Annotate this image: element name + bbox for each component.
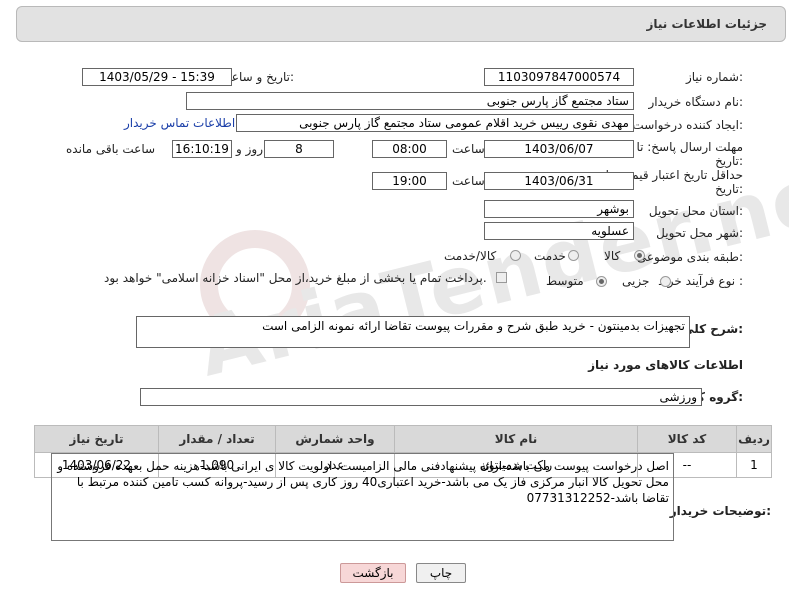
col-header-row-number: ردیف (736, 425, 772, 453)
page-header: جزئیات اطلاعات نیاز (16, 6, 786, 42)
need-number-label: شماره نیاز: (685, 70, 743, 84)
reply-deadline-label-date: تاریخ: (715, 154, 743, 168)
col-header-goods-code: کد کالا (637, 425, 737, 453)
reply-time-field: 08:00 (372, 140, 447, 158)
announce-field: 1403/05/29 - 15:39 (82, 68, 232, 86)
category-radio-service[interactable] (568, 250, 579, 261)
reply-time-label: ساعت (452, 142, 485, 156)
buyer-contact-link[interactable]: اطلاعات تماس خریدار (124, 116, 235, 130)
validity-time-label: ساعت (452, 174, 485, 188)
need-number-field: 1103097847000574 (484, 68, 634, 86)
treasury-payment-note: پرداخت تمام یا بخشی از مبلغ خرید،از محل … (104, 271, 487, 285)
reply-deadline-label: مهلت ارسال پاسخ: تا (636, 140, 743, 154)
purchase-option-minor: جزیی (622, 274, 650, 288)
reply-date-field: 1403/06/07 (484, 140, 634, 158)
category-option-goods: کالا (604, 249, 621, 263)
print-button[interactable]: چاپ (416, 563, 466, 583)
validity-date-field: 1403/06/31 (484, 172, 634, 190)
category-label: طبقه بندی موضوعی: (636, 250, 743, 264)
back-button[interactable]: بازگشت (340, 563, 406, 583)
days-field: 8 (264, 140, 334, 158)
category-radio-goods[interactable] (634, 250, 645, 261)
buyer-org-field: ستاد مجتمع گاز پارس جنوبی (186, 92, 634, 110)
treasury-payment-checkbox[interactable] (496, 272, 507, 283)
province-label: استان محل تحویل: (648, 204, 743, 218)
buyer-notes-label: توضیحات خریدار: (669, 504, 771, 518)
goods-info-title: اطلاعات کالاهای مورد نیاز (588, 358, 743, 372)
category-option-goods-service: کالا/خدمت (444, 249, 497, 263)
cell-row-number: 1 (736, 452, 772, 478)
validity-label-date: تاریخ: (715, 182, 743, 196)
days-label: روز و (236, 142, 263, 156)
category-radio-goods-service[interactable] (510, 250, 521, 261)
goods-group-field: ورزشی (140, 388, 702, 406)
col-header-unit: واحد شمارش (275, 425, 395, 453)
category-option-service: خدمت (534, 249, 566, 263)
requester-label: ایجاد کننده درخواست: (632, 118, 743, 132)
validity-time-field: 19:00 (372, 172, 447, 190)
col-header-quantity: تعداد / مقدار (158, 425, 276, 453)
purchase-radio-minor[interactable] (660, 276, 671, 287)
requester-field: مهدی نقوی رییس خرید اقلام عمومی ستاد مجت… (236, 114, 634, 132)
col-header-goods-name: نام کالا (394, 425, 638, 453)
city-field: عسلویه (484, 222, 634, 240)
col-header-need-date: تاریخ نیاز (34, 425, 159, 453)
remaining-label: ساعت باقی مانده (66, 142, 156, 156)
city-label: شهر محل تحویل: (656, 226, 743, 240)
purchase-radio-medium[interactable] (596, 276, 607, 287)
description-field: تجهیزات بدمینتون - خرید طبق شرح و مقررات… (136, 316, 690, 348)
purchase-option-medium: متوسط (546, 274, 584, 288)
buyer-notes-field: اصل درخواست پیوست می باشد-ارائه پیشنهادف… (51, 453, 674, 541)
table-header-row: ردیف کد کالا نام کالا واحد شمارش تعداد /… (34, 425, 772, 453)
province-field: بوشهر (484, 200, 634, 218)
buyer-org-label: نام دستگاه خریدار: (648, 95, 744, 109)
page-title: جزئیات اطلاعات نیاز (646, 17, 767, 31)
remaining-time-field: 16:10:19 (172, 140, 232, 158)
